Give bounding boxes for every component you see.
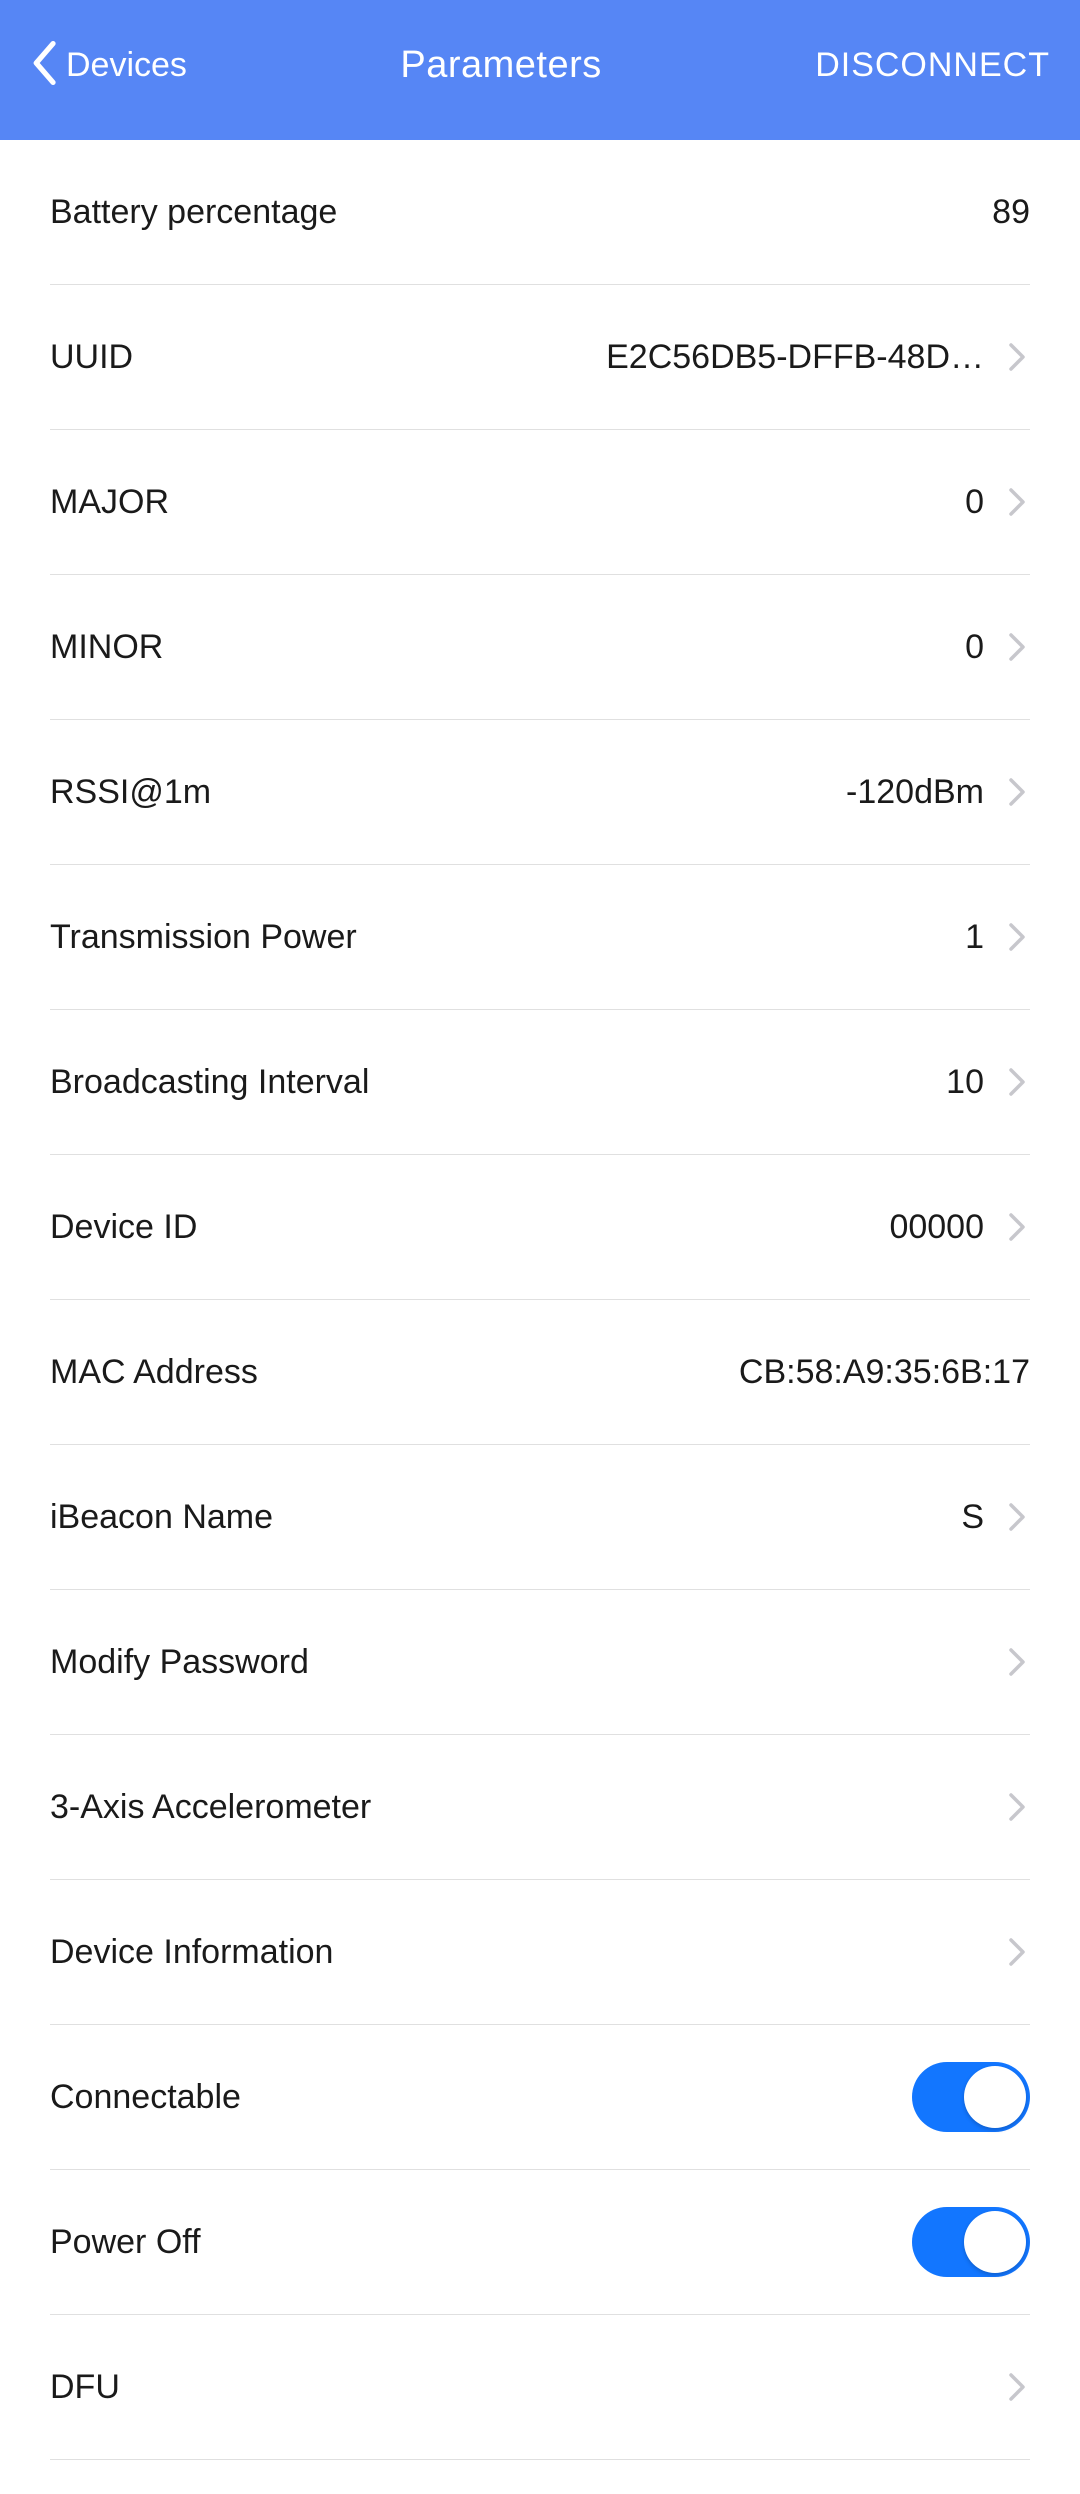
value-transmission-power: 1 — [357, 918, 1004, 957]
value-rssi: -120dBm — [211, 773, 1004, 812]
value-ibeacon-name: S — [273, 1498, 1004, 1537]
label-broadcasting-interval: Broadcasting Interval — [50, 1063, 369, 1102]
chevron-right-icon — [1004, 634, 1030, 660]
row-device-information[interactable]: Device Information — [50, 1880, 1030, 2025]
label-accelerometer: 3-Axis Accelerometer — [50, 1788, 371, 1827]
row-broadcasting-interval[interactable]: Broadcasting Interval 10 — [50, 1010, 1030, 1155]
label-ibeacon-name: iBeacon Name — [50, 1498, 273, 1537]
chevron-right-icon — [1004, 924, 1030, 950]
row-uuid[interactable]: UUID E2C56DB5-DFFB-48D… — [50, 285, 1030, 430]
back-label: Devices — [66, 46, 187, 85]
row-power-off: Power Off — [50, 2170, 1030, 2315]
label-modify-password: Modify Password — [50, 1643, 309, 1682]
toggle-power-off[interactable] — [912, 2207, 1030, 2277]
label-battery: Battery percentage — [50, 193, 337, 232]
label-major: MAJOR — [50, 483, 169, 522]
value-device-id: 00000 — [197, 1208, 1004, 1247]
label-device-id: Device ID — [50, 1208, 197, 1247]
row-mac-address: MAC Address CB:58:A9:35:6B:17 — [50, 1300, 1030, 1445]
toggle-connectable[interactable] — [912, 2062, 1030, 2132]
chevron-right-icon — [1004, 1214, 1030, 1240]
disconnect-button[interactable]: DISCONNECT — [815, 46, 1050, 85]
row-ibeacon-name[interactable]: iBeacon Name S — [50, 1445, 1030, 1590]
chevron-right-icon — [1004, 1069, 1030, 1095]
row-rssi[interactable]: RSSI@1m -120dBm — [50, 720, 1030, 865]
row-battery: Battery percentage 89 — [50, 140, 1030, 285]
value-broadcasting-interval: 10 — [369, 1063, 1004, 1102]
row-major[interactable]: MAJOR 0 — [50, 430, 1030, 575]
row-connectable: Connectable — [50, 2025, 1030, 2170]
chevron-right-icon — [1004, 1794, 1030, 1820]
header: Devices Parameters DISCONNECT — [0, 0, 1080, 140]
chevron-right-icon — [1004, 1504, 1030, 1530]
chevron-right-icon — [1004, 344, 1030, 370]
row-transmission-power[interactable]: Transmission Power 1 — [50, 865, 1030, 1010]
label-rssi: RSSI@1m — [50, 773, 211, 812]
label-power-off: Power Off — [50, 2223, 201, 2262]
chevron-right-icon — [1004, 1939, 1030, 1965]
label-device-information: Device Information — [50, 1933, 333, 1972]
row-device-id[interactable]: Device ID 00000 — [50, 1155, 1030, 1300]
label-dfu: DFU — [50, 2368, 120, 2407]
row-modify-password[interactable]: Modify Password — [50, 1590, 1030, 1735]
value-battery: 89 — [337, 193, 1030, 232]
label-minor: MINOR — [50, 628, 163, 667]
label-transmission-power: Transmission Power — [50, 918, 357, 957]
chevron-left-icon — [30, 41, 58, 90]
chevron-right-icon — [1004, 1649, 1030, 1675]
page-title: Parameters — [187, 44, 815, 87]
row-accelerometer[interactable]: 3-Axis Accelerometer — [50, 1735, 1030, 1880]
row-dfu[interactable]: DFU — [50, 2315, 1030, 2460]
chevron-right-icon — [1004, 2374, 1030, 2400]
back-button[interactable]: Devices — [30, 41, 187, 90]
chevron-right-icon — [1004, 779, 1030, 805]
label-uuid: UUID — [50, 338, 133, 377]
label-mac-address: MAC Address — [50, 1353, 258, 1392]
parameter-list: Battery percentage 89 UUID E2C56DB5-DFFB… — [0, 140, 1080, 2460]
value-uuid: E2C56DB5-DFFB-48D… — [133, 338, 1004, 377]
label-connectable: Connectable — [50, 2078, 241, 2117]
chevron-right-icon — [1004, 489, 1030, 515]
value-major: 0 — [169, 483, 1004, 522]
row-minor[interactable]: MINOR 0 — [50, 575, 1030, 720]
value-minor: 0 — [163, 628, 1004, 667]
value-mac-address: CB:58:A9:35:6B:17 — [258, 1353, 1030, 1392]
